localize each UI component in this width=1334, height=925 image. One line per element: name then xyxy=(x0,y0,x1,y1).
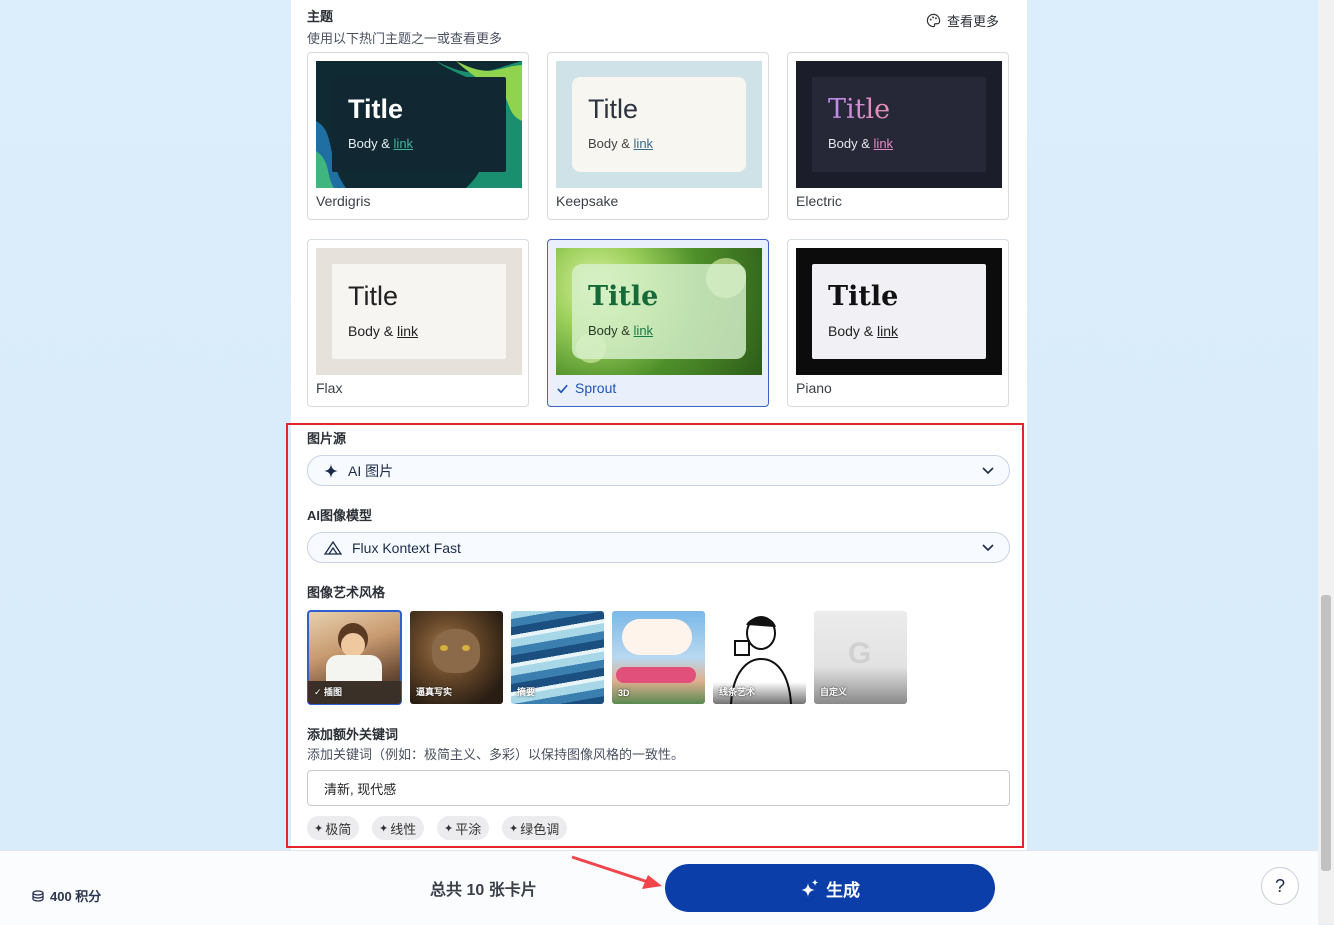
highlight-frame xyxy=(286,423,1024,848)
theme-preview-verdigris: Title Body & link xyxy=(316,61,522,188)
theme-preview-body: Body & link xyxy=(348,323,419,339)
theme-preview-title: Title xyxy=(348,281,399,311)
theme-preview-electric: Title Body & link xyxy=(796,61,1002,188)
theme-preview-keepsake: Title Body & link xyxy=(556,61,762,188)
theme-preview-title: Title xyxy=(588,281,659,312)
theme-preview-title: Title xyxy=(348,94,404,124)
theme-preview-card: Title Body & link xyxy=(812,77,986,172)
theme-preview-card: Title Body & link xyxy=(332,264,506,359)
theme-name: Electric xyxy=(796,193,842,209)
theme-preview-sprout: Title Body & link xyxy=(556,248,762,375)
view-more-link[interactable]: 查看更多 xyxy=(926,11,999,30)
theme-name: Piano xyxy=(796,380,832,396)
palette-icon xyxy=(926,13,941,28)
total-cards-text: 总共 10 张卡片 xyxy=(430,882,537,899)
theme-preview-card: Title Body & link xyxy=(572,77,746,172)
theme-preview-title: Title xyxy=(828,94,891,125)
generate-button[interactable]: 生成 xyxy=(665,864,995,912)
theme-name-selected: Sprout xyxy=(556,380,616,396)
theme-name: Flax xyxy=(316,380,343,396)
page-scrollbar[interactable] xyxy=(1318,0,1334,924)
check-icon xyxy=(557,384,568,393)
theme-preview-card: Title Body & link xyxy=(812,264,986,359)
theme-subtitle: 使用以下热门主题之一或查看更多 xyxy=(307,31,503,46)
theme-preview-body: Body & link xyxy=(588,136,654,151)
scrollbar-thumb[interactable] xyxy=(1321,595,1331,871)
theme-card-verdigris[interactable]: Title Body & link Verdigris xyxy=(307,52,529,220)
theme-card-flax[interactable]: Title Body & link Flax xyxy=(307,239,529,407)
theme-card-piano[interactable]: Title Body & link Piano xyxy=(787,239,1009,407)
theme-preview-piano: Title Body & link xyxy=(796,248,1002,375)
coins-icon xyxy=(32,889,44,902)
theme-preview-card: Title Body & link xyxy=(332,77,506,172)
view-more-label: 查看更多 xyxy=(946,14,999,29)
theme-preview-body: Body & link xyxy=(348,136,414,151)
theme-preview-card: Title Body & link xyxy=(572,264,746,359)
theme-preview-title: Title xyxy=(828,281,899,312)
sparkles-icon xyxy=(801,879,819,897)
theme-card-sprout[interactable]: Title Body & link Sprout xyxy=(547,239,769,407)
theme-card-electric[interactable]: Title Body & link Electric xyxy=(787,52,1009,220)
theme-name: Keepsake xyxy=(556,193,619,209)
theme-preview-flax: Title Body & link xyxy=(316,248,522,375)
theme-preview-body: Body & link xyxy=(828,323,899,339)
theme-card-keepsake[interactable]: Title Body & link Keepsake xyxy=(547,52,769,220)
credits-label: 400 积分 xyxy=(50,889,102,904)
theme-title: 主题 xyxy=(307,9,334,24)
theme-preview-title: Title xyxy=(588,94,639,124)
annotation-arrow-icon xyxy=(571,855,662,889)
help-button[interactable]: ? xyxy=(1261,867,1299,905)
theme-preview-body: Body & link xyxy=(828,136,894,151)
theme-name: Verdigris xyxy=(316,193,371,209)
credits-display: 400 积分 xyxy=(31,886,101,905)
theme-preview-body: Body & link xyxy=(588,323,654,338)
generate-label: 生成 xyxy=(826,880,860,900)
